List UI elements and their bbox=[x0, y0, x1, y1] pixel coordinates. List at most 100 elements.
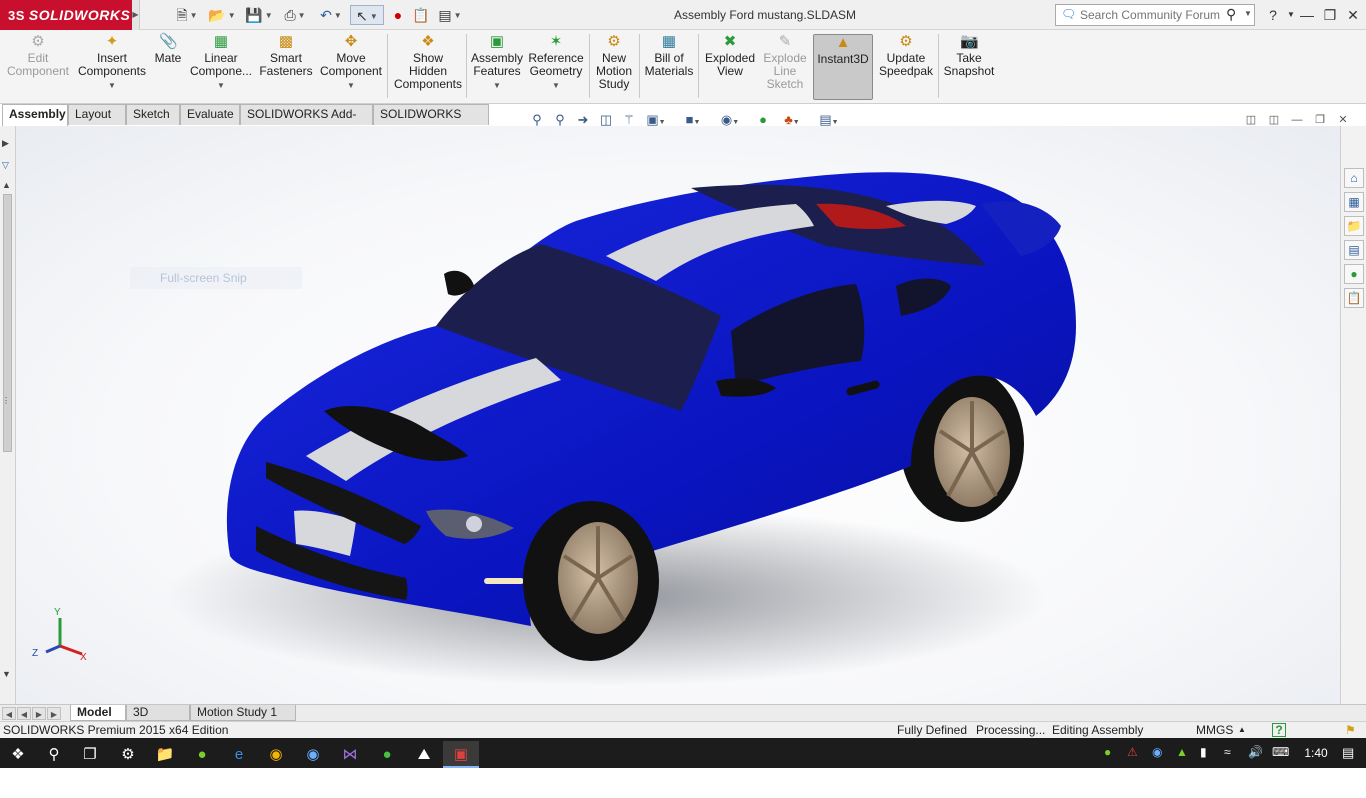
edit-component-button[interactable]: ⚙ Edit Component bbox=[4, 34, 72, 100]
exploded-view-icon: ✖ bbox=[723, 33, 737, 50]
take-snapshot-button[interactable]: 📷 Take Snapshot bbox=[942, 34, 996, 100]
tab-sketch[interactable]: Sketch bbox=[126, 104, 180, 125]
help-status-icon[interactable]: ? bbox=[1272, 723, 1286, 737]
tray-antivirus-icon[interactable]: ⚠ bbox=[1127, 745, 1138, 759]
unit-system[interactable]: MMGS bbox=[1196, 722, 1233, 738]
assembly-features-button[interactable]: ▣ Assembly Features ▼ bbox=[470, 34, 524, 100]
search-community-forum[interactable]: 🗨 ⚲ ▼ bbox=[1055, 4, 1255, 26]
speech-bubble-icon: 🗨 bbox=[1061, 7, 1077, 21]
solidworks-logo[interactable]: 3S SOLIDWORKS bbox=[0, 0, 132, 30]
scroll-down-icon[interactable]: ▼ bbox=[2, 669, 11, 679]
tab-layout[interactable]: Layout bbox=[68, 104, 126, 125]
undo-button[interactable]: ↶ ▼ bbox=[315, 5, 347, 25]
search-icon[interactable]: ⚲ bbox=[1226, 6, 1236, 23]
explode-line-sketch-button[interactable]: ✎ Explode Line Sketch bbox=[760, 34, 810, 100]
tab-evaluate[interactable]: Evaluate bbox=[180, 104, 240, 125]
new-document-button[interactable]: 🗎 ▼ bbox=[172, 5, 202, 25]
taskbar-clock[interactable]: 1:40 AM bbox=[1294, 738, 1338, 790]
tray-app-icon[interactable]: ◉ bbox=[1152, 745, 1162, 759]
file-properties-button[interactable]: 📋 bbox=[410, 5, 432, 25]
smart-fasteners-button[interactable]: ▩ Smart Fasteners bbox=[256, 34, 316, 100]
tab-motion-study-1[interactable]: Motion Study 1 bbox=[190, 705, 296, 721]
tab-solidworks-add-ins[interactable]: SOLIDWORKS Add-Ins bbox=[240, 104, 373, 140]
file-explorer-taskbar-icon[interactable]: 📁 bbox=[147, 741, 183, 768]
triad-z-axis bbox=[45, 644, 61, 654]
units-dropdown-icon[interactable]: ▲ bbox=[1238, 722, 1246, 738]
open-button[interactable]: 📂 ▼ bbox=[206, 5, 238, 25]
title-bar: 3S SOLIDWORKS ▶ 🗎 ▼ 📂 ▼ 💾 ▼ ⎙ ▼ ↶ ▼ ↖ ▼ ● 📋 ▤ ▼ … bbox=[0, 0, 1366, 30]
linear-pattern-button[interactable]: ▦ Linear Compone... ▼ bbox=[188, 34, 254, 100]
nvidia-icon[interactable]: ▲ bbox=[1176, 745, 1188, 759]
save-button[interactable]: 💾 ▼ bbox=[243, 5, 275, 25]
custom-properties-icon[interactable]: 📋 bbox=[1344, 288, 1364, 308]
task-view-icon[interactable]: ❐ bbox=[72, 741, 108, 768]
last-tab-arrow[interactable]: ▶ bbox=[47, 707, 61, 720]
view-palette-icon[interactable]: ▤ bbox=[1344, 240, 1364, 260]
expand-panel-icon[interactable]: ▶ bbox=[2, 138, 9, 149]
next-tab-arrow[interactable]: ▶ bbox=[32, 707, 46, 720]
tab-assembly[interactable]: Assembly bbox=[2, 104, 68, 126]
tray-utorrent-icon[interactable]: ● bbox=[1104, 745, 1111, 759]
home-icon[interactable]: ⌂ bbox=[1344, 168, 1364, 188]
first-tab-arrow[interactable]: ◀ bbox=[2, 707, 16, 720]
print-button[interactable]: ⎙ ▼ bbox=[279, 5, 311, 25]
edge-browser-icon[interactable]: e bbox=[221, 741, 257, 768]
move-component-button[interactable]: ✥ Move Component ▼ bbox=[316, 34, 386, 100]
restore-button[interactable]: ❐ bbox=[1319, 4, 1341, 26]
insert-components-icon: ✦ bbox=[105, 33, 119, 50]
car-model-viewport[interactable]: Y X Z bbox=[16, 126, 1340, 704]
options-button[interactable]: ▤ ▼ bbox=[434, 5, 466, 25]
show-hidden-components-button[interactable]: ❖ Show Hidden Components bbox=[392, 34, 464, 100]
prev-tab-arrow[interactable]: ◀ bbox=[17, 707, 31, 720]
photos-icon[interactable]: ⛰ bbox=[406, 741, 442, 768]
chevron-down-icon[interactable]: ▼ bbox=[1244, 9, 1252, 18]
solidworks-taskbar-icon[interactable]: ▣ bbox=[443, 741, 479, 768]
tab-solidworks-mbd[interactable]: SOLIDWORKS MBD bbox=[373, 104, 489, 140]
search-input[interactable] bbox=[1080, 7, 1230, 23]
battery-icon[interactable]: ▮ bbox=[1200, 745, 1207, 759]
select-button[interactable]: ↖ ▼ bbox=[350, 5, 384, 25]
chrome-icon[interactable]: ◉ bbox=[258, 741, 294, 768]
tab-3d-views[interactable]: 3D Views bbox=[126, 705, 190, 734]
volume-icon[interactable]: 🔊 bbox=[1248, 745, 1263, 759]
design-library-icon[interactable]: ▦ bbox=[1344, 192, 1364, 212]
utorrent-icon[interactable]: ● bbox=[184, 741, 220, 768]
panel-splitter-handle[interactable]: ⋮ bbox=[2, 396, 10, 405]
scroll-up-icon[interactable]: ▲ bbox=[2, 180, 11, 190]
update-speedpak-button[interactable]: ⚙ Update Speedpak bbox=[876, 34, 936, 100]
settings-app-icon[interactable]: ⚙ bbox=[110, 741, 146, 768]
file-explorer-icon[interactable]: 📁 bbox=[1344, 216, 1364, 236]
tag-icon[interactable]: ⚑ bbox=[1345, 722, 1356, 738]
action-center-icon[interactable]: ▤ bbox=[1342, 745, 1354, 761]
exploded-view-button[interactable]: ✖ Exploded View bbox=[702, 34, 758, 100]
ribbon-separator bbox=[466, 34, 467, 98]
document-title: Assembly Ford mustang.SLDASM bbox=[673, 8, 857, 22]
new-motion-study-button[interactable]: ⚙ New Motion Study bbox=[592, 34, 636, 100]
search-taskbar-icon[interactable]: ⚲ bbox=[36, 741, 72, 768]
close-button[interactable]: ✕ bbox=[1342, 4, 1364, 26]
keyboard-icon[interactable]: ⌨ bbox=[1272, 745, 1289, 759]
cursor-arrow-icon: ↖ bbox=[356, 8, 368, 24]
tab-model[interactable]: Model bbox=[70, 705, 126, 721]
app-icon[interactable]: ◉ bbox=[295, 741, 331, 768]
graphics-area[interactable]: Y X Z bbox=[16, 126, 1340, 704]
green-app-icon[interactable]: ● bbox=[369, 741, 405, 768]
bill-of-materials-button[interactable]: ▦ Bill of Materials bbox=[642, 34, 696, 100]
appearances-icon[interactable]: ● bbox=[1344, 264, 1364, 284]
insert-components-button[interactable]: ✦ Insert Components ▼ bbox=[76, 34, 148, 100]
visual-studio-icon[interactable]: ⋈ bbox=[332, 741, 368, 768]
ribbon-separator bbox=[387, 34, 388, 98]
windows-start-icon[interactable]: ❖ bbox=[0, 741, 36, 768]
menu-expand-arrow[interactable]: ▶ bbox=[132, 0, 140, 30]
chevron-down-icon: ▼ bbox=[217, 81, 225, 90]
filter-icon[interactable]: ▽ bbox=[2, 160, 9, 171]
status-bar: SOLIDWORKS Premium 2015 x64 Edition Full… bbox=[0, 721, 1366, 738]
rebuild-button[interactable]: ● bbox=[390, 5, 406, 25]
instant3d-button[interactable]: ▲ Instant3D bbox=[813, 34, 873, 100]
minimize-button[interactable]: — bbox=[1296, 4, 1318, 26]
reference-geometry-button[interactable]: ✶ Reference Geometry ▼ bbox=[526, 34, 586, 100]
linear-pattern-icon: ▦ bbox=[213, 33, 229, 50]
feature-tree-scrollbar[interactable] bbox=[3, 194, 12, 452]
mate-button[interactable]: 📎 Mate bbox=[150, 34, 186, 100]
wifi-icon[interactable]: ≈ bbox=[1224, 745, 1231, 759]
